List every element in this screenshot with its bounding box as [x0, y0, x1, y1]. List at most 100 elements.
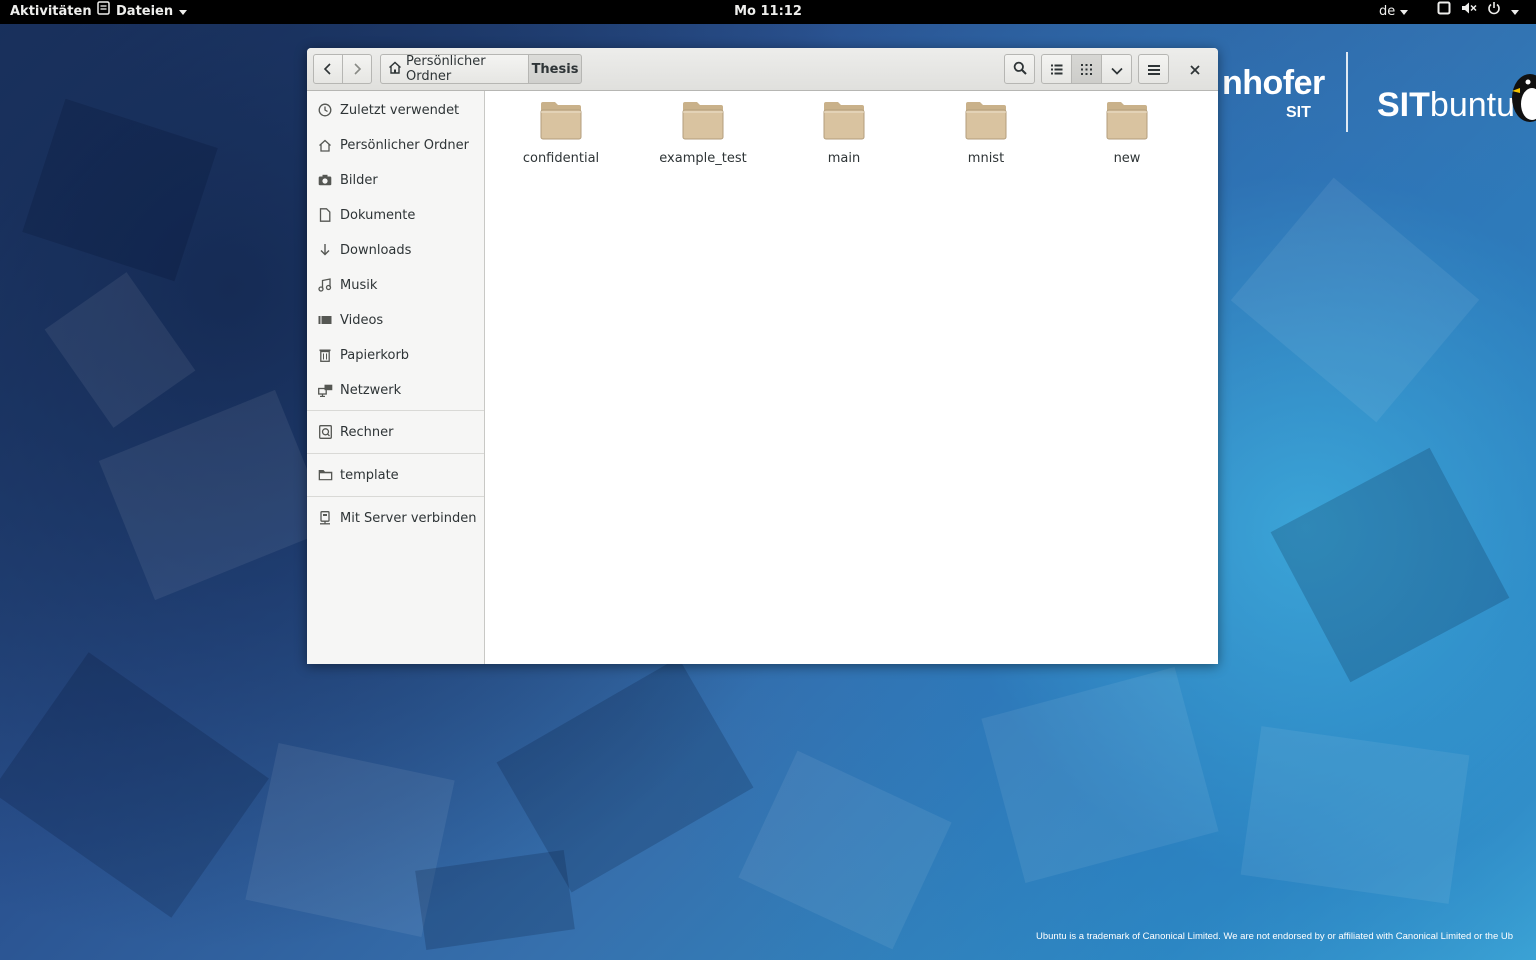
chevron-left-icon: [323, 60, 333, 79]
sidebar-separator: [307, 410, 484, 411]
folder-item[interactable]: mnist: [916, 101, 1056, 169]
brand-product-bold: SIT: [1377, 86, 1430, 124]
view-options-button[interactable]: [1101, 54, 1132, 84]
sidebar-item-pictures[interactable]: Bilder: [307, 163, 484, 197]
grid-view-icon: [1081, 60, 1092, 79]
search-button[interactable]: [1004, 54, 1035, 84]
trash-icon: [317, 347, 333, 363]
activities-button[interactable]: Aktivitäten: [10, 0, 92, 24]
home-icon: [317, 137, 333, 153]
sidebar-item-label: Netzwerk: [340, 382, 402, 398]
brand-divider: [1346, 52, 1348, 132]
sidebar-item-videos[interactable]: Videos: [307, 303, 484, 337]
file-grid-view: confidential example_test main mnist new: [485, 91, 1218, 664]
music-icon: [317, 277, 333, 293]
list-view-button[interactable]: [1041, 54, 1072, 84]
sidebar-item-template[interactable]: template: [307, 458, 484, 492]
breadcrumb-home[interactable]: Persönlicher Ordner: [380, 54, 529, 84]
forward-button[interactable]: [342, 54, 372, 84]
power-icon: [1487, 0, 1501, 24]
system-tray[interactable]: [1437, 0, 1519, 24]
brand-org-text: nhofer: [1222, 64, 1325, 102]
folder-name: confidential: [522, 151, 600, 166]
breadcrumb-home-label: Persönlicher Ordner: [406, 54, 486, 84]
folder-item[interactable]: main: [774, 101, 914, 169]
document-icon: [317, 207, 333, 223]
close-button[interactable]: [1180, 54, 1210, 84]
sidebar-item-label: Rechner: [340, 424, 394, 440]
sidebar-item-music[interactable]: Musik: [307, 268, 484, 302]
folder-icon: [317, 467, 333, 483]
download-icon: [317, 242, 333, 258]
sidebar-item-label: Dokumente: [340, 207, 416, 223]
folder-name: example_test: [659, 151, 747, 166]
sidebar-item-label: Mit Server verbinden: [340, 510, 477, 526]
video-icon: [317, 312, 333, 328]
volume-muted-icon: [1461, 0, 1477, 24]
brand-org-sub: SIT: [1286, 104, 1311, 121]
penguin-logo-icon: [1510, 68, 1536, 126]
menu-button[interactable]: [1138, 54, 1169, 84]
sidebar-item-computer[interactable]: Rechner: [307, 415, 484, 449]
sidebar-item-documents[interactable]: Dokumente: [307, 198, 484, 232]
sidebar-separator: [307, 453, 484, 454]
search-icon: [1013, 60, 1027, 79]
header-bar: Persönlicher Ordner Thesis: [307, 48, 1218, 91]
sidebar-item-label: template: [340, 467, 399, 483]
folder-icon: [965, 101, 1007, 145]
network-icon: [317, 382, 333, 398]
sidebar-item-label: Musik: [340, 277, 378, 293]
computer-icon: [317, 424, 333, 440]
chevron-down-icon: [1400, 9, 1409, 15]
list-view-icon: [1050, 60, 1063, 79]
top-bar: Aktivitäten Dateien Mo 11:12 de: [0, 0, 1536, 24]
sidebar-item-label: Bilder: [340, 172, 378, 188]
sidebar-item-connect-server[interactable]: Mit Server verbinden: [307, 501, 484, 535]
keyboard-layout-indicator[interactable]: de: [1379, 0, 1409, 24]
breadcrumb-current[interactable]: Thesis: [528, 54, 582, 84]
chevron-down-icon: [1511, 9, 1519, 15]
folder-name: new: [1113, 151, 1141, 166]
folder-icon: [823, 101, 865, 145]
home-icon: [388, 61, 402, 78]
sidebar-item-label: Persönlicher Ordner: [340, 137, 469, 153]
places-sidebar: Zuletzt verwendet Persönlicher Ordner Bi…: [307, 91, 485, 664]
sidebar-item-home[interactable]: Persönlicher Ordner: [307, 128, 484, 162]
files-app-icon: [97, 0, 110, 24]
folder-item[interactable]: example_test: [633, 101, 773, 169]
sidebar-separator: [307, 496, 484, 497]
brand-product: SITbuntu: [1377, 86, 1515, 125]
sidebar-item-network[interactable]: Netzwerk: [307, 373, 484, 407]
server-icon: [317, 510, 333, 526]
folder-item[interactable]: new: [1057, 101, 1197, 169]
folder-name: main: [827, 151, 861, 166]
grid-view-button[interactable]: [1071, 54, 1102, 84]
keyboard-layout-label: de: [1379, 4, 1396, 19]
folder-icon: [1106, 101, 1148, 145]
folder-icon: [540, 101, 582, 145]
clock-icon: [317, 102, 333, 118]
app-menu-button[interactable]: Dateien: [97, 0, 188, 24]
folder-icon: [682, 101, 724, 145]
app-menu-label: Dateien: [116, 4, 174, 19]
folder-name: mnist: [967, 151, 1005, 166]
sidebar-item-label: Downloads: [340, 242, 412, 258]
sidebar-item-label: Videos: [340, 312, 384, 328]
sidebar-item-recent[interactable]: Zuletzt verwendet: [307, 93, 484, 127]
folder-item[interactable]: confidential: [491, 101, 631, 169]
sidebar-item-trash[interactable]: Papierkorb: [307, 338, 484, 372]
brand-product-rest: buntu: [1429, 86, 1515, 124]
file-manager-window: Persönlicher Ordner Thesis Zuletzt verwe…: [307, 48, 1218, 664]
clock-label[interactable]: Mo 11:12: [734, 4, 802, 19]
back-button[interactable]: [313, 54, 343, 84]
chevron-right-icon: [352, 60, 362, 79]
close-icon: [1190, 60, 1200, 79]
chevron-down-icon: [179, 9, 188, 15]
clock: Mo 11:12: [0, 0, 1536, 24]
chevron-down-icon: [1110, 60, 1123, 79]
sidebar-item-downloads[interactable]: Downloads: [307, 233, 484, 267]
window-overview-icon: [1437, 0, 1451, 24]
sidebar-item-label: Zuletzt verwendet: [340, 102, 460, 118]
sidebar-item-label: Papierkorb: [340, 347, 410, 363]
trademark-notice: Ubuntu is a trademark of Canonical Limit…: [1036, 931, 1514, 942]
